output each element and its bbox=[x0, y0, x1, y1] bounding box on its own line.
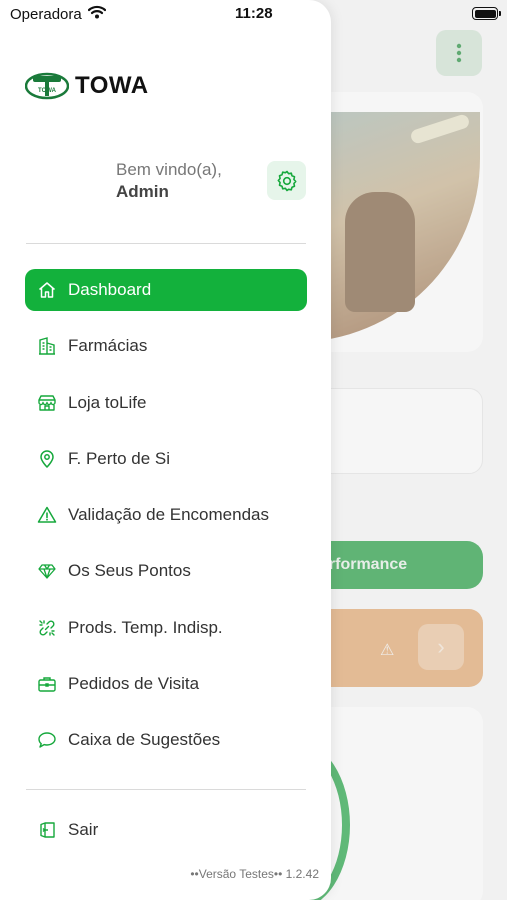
navigation-drawer: TOWA TOWA Bem vindo(a), Admin Dashboard … bbox=[0, 0, 331, 900]
brand-logo: TOWA TOWA bbox=[25, 72, 149, 100]
logout-button[interactable]: Sair bbox=[25, 809, 307, 851]
chat-icon bbox=[37, 730, 57, 750]
svg-text:TOWA: TOWA bbox=[38, 88, 57, 94]
menu-item-loja-tolife[interactable]: Loja toLife bbox=[25, 382, 307, 424]
towa-logo-icon: TOWA bbox=[25, 72, 69, 100]
warning-icon bbox=[37, 505, 57, 525]
diamond-icon bbox=[37, 561, 57, 581]
menu-item-label: Os Seus Pontos bbox=[68, 561, 191, 581]
carrier-label: Operadora bbox=[10, 6, 82, 23]
menu-item-perto-de-si[interactable]: F. Perto de Si bbox=[25, 438, 307, 480]
menu-item-label: Validação de Encomendas bbox=[68, 505, 269, 525]
menu-item-label: Caixa de Sugestões bbox=[68, 730, 221, 750]
menu-item-sugestoes[interactable]: Caixa de Sugestões bbox=[25, 719, 307, 761]
version-label: ••Versão Testes•• 1.2.42 bbox=[190, 867, 319, 881]
menu-item-dashboard[interactable]: Dashboard bbox=[25, 269, 307, 311]
welcome-username: Admin bbox=[116, 182, 169, 201]
store-icon bbox=[37, 393, 57, 413]
menu-item-label: Loja toLife bbox=[68, 392, 147, 412]
menu-item-label: Dashboard bbox=[68, 280, 152, 299]
wifi-icon bbox=[88, 5, 106, 19]
status-time: 11:28 bbox=[235, 5, 273, 22]
brand-name: TOWA bbox=[75, 72, 149, 99]
menu-item-farmacias[interactable]: Farmácias bbox=[25, 325, 307, 367]
battery-icon bbox=[472, 7, 501, 20]
settings-button[interactable] bbox=[267, 161, 306, 200]
building-icon bbox=[37, 336, 57, 356]
status-bar: Operadora 11:28 bbox=[0, 0, 507, 28]
menu-item-pedidos-visita[interactable]: Pedidos de Visita bbox=[25, 663, 307, 705]
footer-divider bbox=[26, 789, 306, 790]
logout-label: Sair bbox=[68, 820, 99, 839]
menu-item-validacao[interactable]: Validação de Encomendas bbox=[25, 494, 307, 536]
menu-item-prods-indisp[interactable]: Prods. Temp. Indisp. bbox=[25, 607, 307, 649]
menu-item-label: Prods. Temp. Indisp. bbox=[68, 617, 223, 637]
home-icon bbox=[37, 280, 57, 300]
welcome-greeting: Bem vindo(a), bbox=[116, 160, 222, 179]
header-divider bbox=[26, 243, 306, 244]
welcome-block: Bem vindo(a), Admin bbox=[116, 160, 222, 202]
menu-item-label: F. Perto de Si bbox=[68, 448, 171, 468]
exit-door-icon bbox=[37, 820, 57, 840]
map-pin-icon bbox=[37, 449, 57, 469]
broken-link-icon bbox=[37, 618, 57, 638]
menu-item-pontos[interactable]: Os Seus Pontos bbox=[25, 550, 307, 592]
menu-item-label: Pedidos de Visita bbox=[68, 674, 200, 694]
gear-icon bbox=[277, 170, 296, 191]
briefcase-icon bbox=[37, 674, 57, 694]
menu-item-label: Farmácias bbox=[68, 336, 148, 356]
drawer-menu: Dashboard Farmácias Loja toLife F. Perto… bbox=[25, 269, 307, 776]
